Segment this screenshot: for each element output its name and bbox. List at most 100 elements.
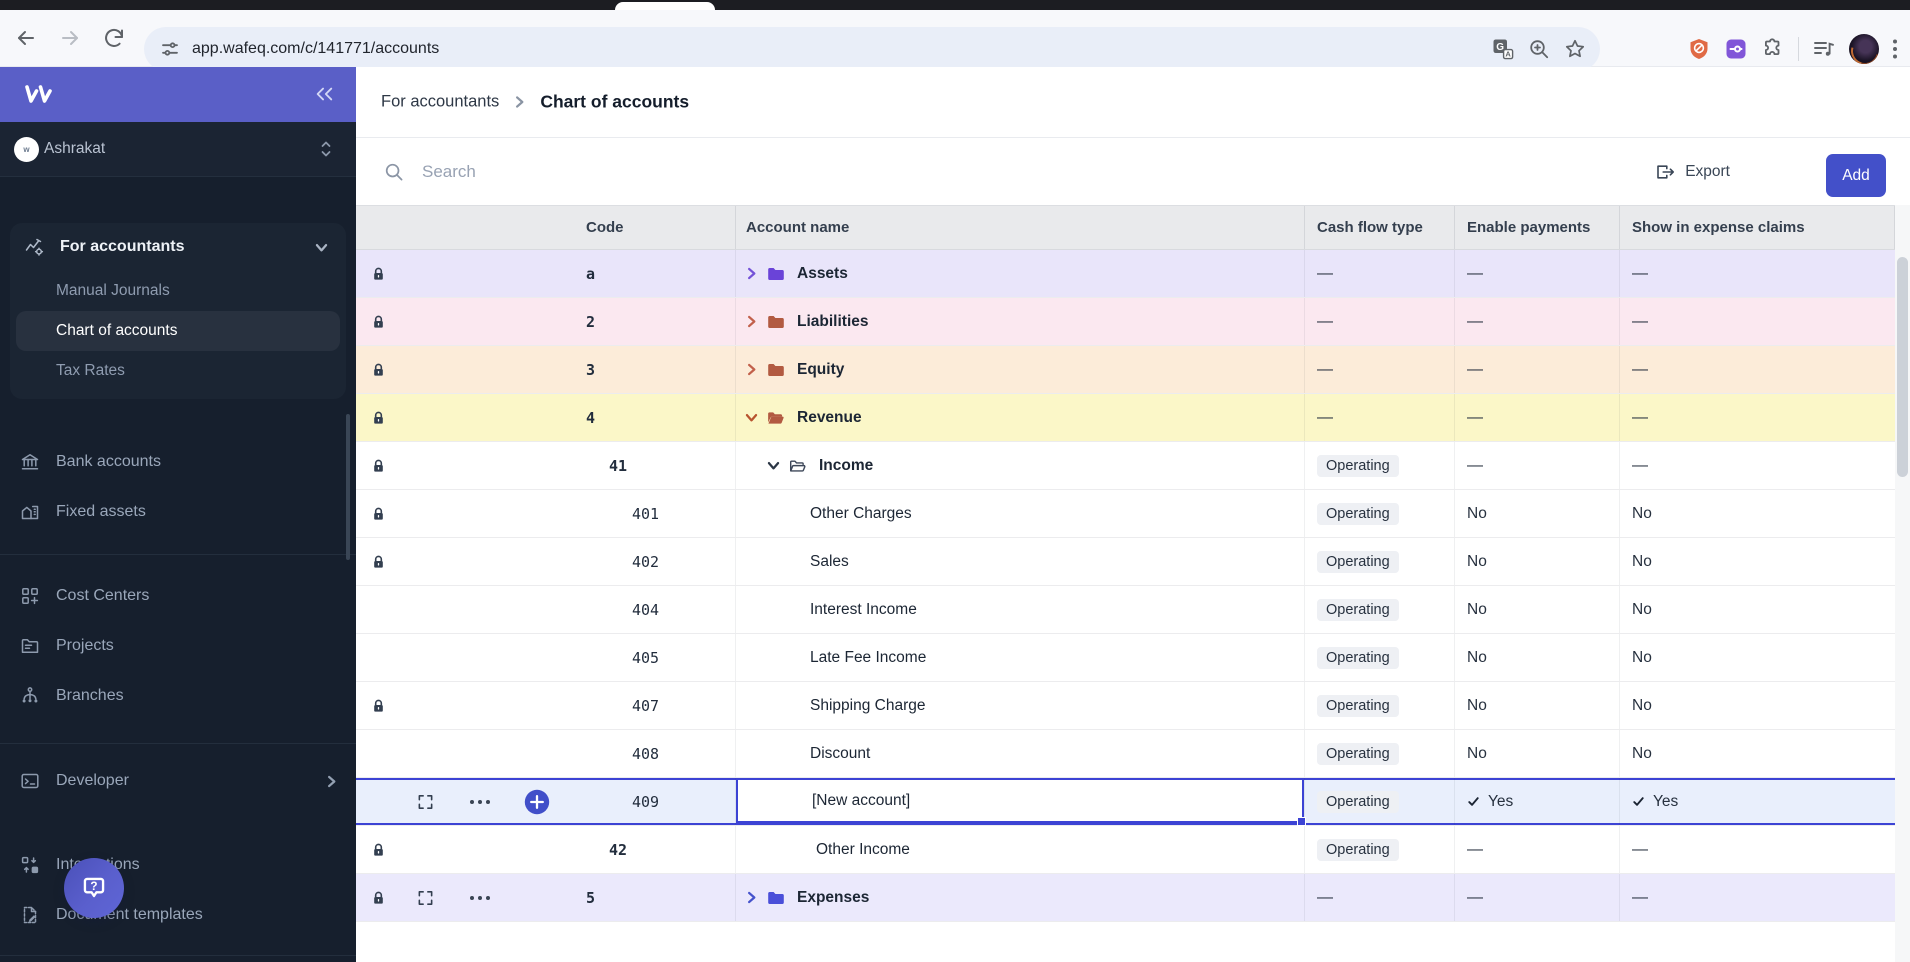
empty-value: —	[1632, 360, 1648, 378]
address-bar[interactable]: app.wafeq.com/c/141771/accounts GA	[144, 27, 1600, 71]
translate-icon[interactable]: GA	[1492, 38, 1514, 60]
adblock-extension-icon[interactable]	[1687, 37, 1711, 61]
cash-flow-cell: Operating	[1305, 682, 1455, 729]
chev-right-icon[interactable]	[745, 315, 758, 328]
table-row[interactable]: 407 Shipping Charge Operating No No	[356, 682, 1895, 730]
table-row[interactable]: 408 Discount Operating No No	[356, 730, 1895, 778]
switcher-chevrons-icon[interactable]	[320, 139, 332, 159]
sidebar-item-cost-centers[interactable]: Cost Centers	[0, 571, 356, 621]
help-button[interactable]: ?	[64, 858, 124, 918]
table-row[interactable]: 402 Sales Operating No No	[356, 538, 1895, 586]
profile-avatar[interactable]	[1849, 33, 1879, 64]
table-row[interactable]: 42 Other Income Operating — —	[356, 826, 1895, 874]
sidebar-item-tax-rates[interactable]: Tax Rates	[16, 351, 340, 391]
chev-down-icon[interactable]	[767, 459, 780, 472]
site-info-icon[interactable]	[160, 39, 180, 59]
row-controls-cell: 402	[356, 538, 736, 585]
sidebar-item-chart-of-accounts[interactable]: Chart of accounts	[16, 311, 340, 351]
lock-icon	[371, 266, 386, 281]
back-icon[interactable]	[14, 26, 38, 50]
sidebar-item-manual-journals[interactable]: Manual Journals	[16, 271, 340, 311]
sidebar-item-developer[interactable]: Developer	[0, 756, 356, 806]
enable-payments-cell: No	[1455, 586, 1620, 633]
table-row[interactable]: 3 Equity — — —	[356, 346, 1895, 394]
sidebar-item-integrations[interactable]: Integrations	[0, 840, 356, 890]
add-button[interactable]: Add	[1826, 154, 1886, 197]
fill-handle[interactable]	[1297, 817, 1306, 826]
svg-text:?: ?	[90, 880, 97, 893]
account-name: Other Charges	[810, 504, 912, 522]
extensions-puzzle-icon[interactable]	[1761, 37, 1785, 61]
enable-payments-cell: —	[1455, 826, 1620, 873]
sidebar-item-bank-accounts[interactable]: Bank accounts	[0, 437, 356, 487]
chev-down-icon[interactable]	[745, 411, 758, 424]
dots-icon[interactable]	[469, 799, 491, 805]
table-row[interactable]: 409 [New account] Operating Yes Yes	[356, 778, 1895, 826]
plus-circle-icon[interactable]	[524, 789, 550, 815]
sidebar-item-label: Branches	[56, 687, 124, 704]
enable-payments-cell: Yes	[1455, 778, 1620, 825]
sidebar-item-projects[interactable]: Projects	[0, 621, 356, 671]
sidebar-collapse-icon[interactable]	[314, 84, 334, 104]
sidebar-item-document-templates[interactable]: Document templates	[0, 890, 356, 940]
breadcrumb-for-accountants[interactable]: For accountants	[381, 93, 499, 112]
account-name: Discount	[810, 744, 871, 762]
sidebar-divider	[0, 955, 356, 956]
bookmark-star-icon[interactable]	[1564, 38, 1586, 60]
chev-right-icon[interactable]	[745, 267, 758, 280]
account-name: Late Fee Income	[810, 648, 927, 666]
lock-icon	[371, 410, 386, 425]
org-switcher[interactable]: w Ashrakat	[0, 122, 356, 177]
purple-extension-icon[interactable]	[1724, 37, 1748, 61]
url-text[interactable]: app.wafeq.com/c/141771/accounts	[192, 40, 439, 58]
table-row[interactable]: 41 Income Operating — —	[356, 442, 1895, 490]
account-code: 5	[586, 888, 596, 907]
account-code: 41	[609, 456, 628, 475]
table-row[interactable]: a Assets — — —	[356, 250, 1895, 298]
vertical-scrollbar[interactable]	[1895, 205, 1910, 962]
table-row[interactable]: 5 Expenses — — —	[356, 874, 1895, 922]
cash-flow-badge: Operating	[1317, 454, 1399, 477]
cash-flow-badge: Operating	[1317, 838, 1399, 861]
export-button[interactable]: Export	[1655, 163, 1730, 181]
media-playlist-icon[interactable]	[1812, 37, 1836, 61]
table-row[interactable]: 2 Liabilities — — —	[356, 298, 1895, 346]
folder-filled-icon	[767, 314, 785, 330]
empty-value: —	[1632, 888, 1648, 906]
sidebar-item-label: Chart of accounts	[56, 322, 178, 339]
account-code: 42	[609, 840, 628, 859]
new-account-input[interactable]: [New account]	[736, 778, 1306, 826]
svg-text:A: A	[1505, 50, 1511, 59]
wafeq-logo-icon[interactable]	[22, 81, 56, 108]
account-name-cell: [New account]	[736, 778, 1306, 826]
row-controls-cell: 3	[356, 346, 736, 393]
sidebar-item-label: Fixed assets	[56, 503, 146, 520]
folder-open-outline-icon	[789, 458, 807, 474]
sidebar-item-for-accountants[interactable]: For accountants	[10, 223, 346, 271]
chev-right-icon[interactable]	[745, 891, 758, 904]
zoom-in-icon[interactable]	[1528, 38, 1550, 60]
table-row[interactable]: 405 Late Fee Income Operating No No	[356, 634, 1895, 682]
scrollbar-thumb[interactable]	[1897, 257, 1908, 477]
browser-menu-icon[interactable]	[1892, 38, 1898, 60]
enable-payments-cell: —	[1455, 874, 1620, 921]
forward-icon[interactable]	[58, 26, 82, 50]
table-row[interactable]: 404 Interest Income Operating No No	[356, 586, 1895, 634]
expand-icon[interactable]	[417, 889, 434, 906]
sidebar-item-fixed-assets[interactable]: Fixed assets	[0, 487, 356, 537]
reload-icon[interactable]	[102, 26, 126, 50]
table-row[interactable]: 4 Revenue — — —	[356, 394, 1895, 442]
sidebar-item-label: Manual Journals	[56, 282, 170, 299]
chev-right-icon	[325, 775, 338, 788]
sidebar-scrollbar-thumb[interactable]	[346, 414, 350, 560]
row-controls-cell: 408	[356, 730, 736, 777]
cash-flow-badge: Operating	[1317, 646, 1399, 669]
search-input[interactable]: Search	[384, 162, 476, 182]
expense-claims-cell: —	[1620, 298, 1895, 345]
expand-icon[interactable]	[417, 793, 434, 810]
active-tab[interactable]	[615, 2, 715, 10]
sidebar-item-branches[interactable]: Branches	[0, 671, 356, 721]
chev-right-icon[interactable]	[745, 363, 758, 376]
dots-icon[interactable]	[469, 895, 491, 901]
table-row[interactable]: 401 Other Charges Operating No No	[356, 490, 1895, 538]
